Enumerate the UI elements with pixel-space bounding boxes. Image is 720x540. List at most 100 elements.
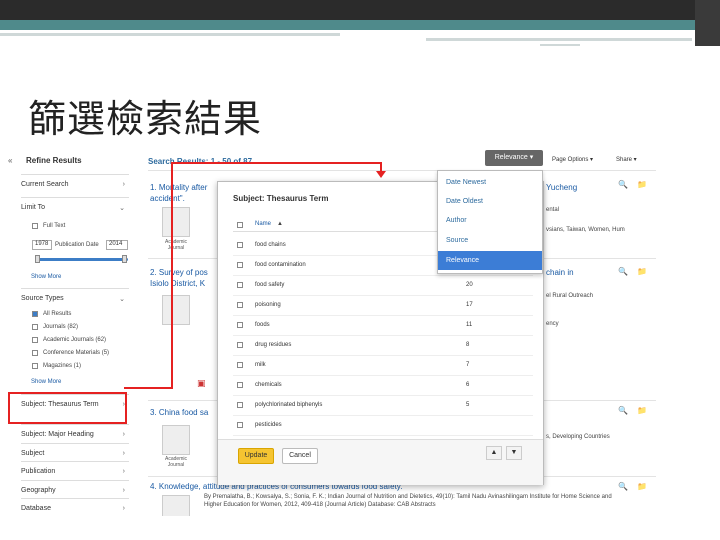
modal-row[interactable]: foods 11 (233, 316, 533, 336)
result-2-title-right[interactable]: chain in (546, 268, 574, 277)
slide-teal-band (0, 20, 720, 30)
name-column-header[interactable]: Name (255, 221, 271, 227)
slide-accent-line (0, 33, 340, 36)
chevron-down-icon: ⌄ (119, 205, 125, 212)
cancel-button[interactable]: Cancel (282, 448, 318, 464)
modal-row[interactable]: poisoning 17 (233, 296, 533, 316)
add-folder-icon[interactable]: 📁 (637, 180, 647, 189)
limit-to-label: Limit To (21, 204, 45, 211)
full-text-checkbox[interactable] (32, 223, 38, 229)
pdf-icon[interactable]: ▣ (197, 378, 206, 389)
magazines-checkbox[interactable] (32, 363, 38, 369)
sort-dropdown-menu: Date Newest Date Oldest Author Source Re… (437, 170, 543, 274)
row-checkbox[interactable] (237, 382, 243, 388)
modal-title: Subject: Thesaurus Term (233, 194, 329, 203)
result-4-meta: Higher Education for Women, 2012, 409-41… (204, 502, 436, 508)
database-header[interactable]: Database › (21, 498, 129, 516)
journals-checkbox[interactable] (32, 324, 38, 330)
date-to-input[interactable]: 2014 (106, 240, 128, 250)
limit-to-header[interactable]: Limit To ⌄ (21, 197, 129, 216)
row-checkbox[interactable] (237, 422, 243, 428)
sort-option-relevance[interactable]: Relevance (438, 251, 542, 270)
row-name: food safety (255, 282, 285, 288)
result-3-type: Academic Journal (165, 456, 187, 468)
show-more-link[interactable]: Show More (31, 274, 61, 280)
relevance-sort-button[interactable]: Relevance ▾ (485, 150, 543, 166)
result-2-title[interactable]: 2. Survey of pos (150, 268, 208, 277)
row-checkbox[interactable] (237, 282, 243, 288)
row-count: 5 (466, 402, 470, 408)
row-name: milk (255, 362, 266, 368)
current-search-header[interactable]: Current Search › (21, 174, 129, 193)
row-count: 20 (466, 282, 473, 288)
row-checkbox[interactable] (237, 402, 243, 408)
subject-major-header[interactable]: Subject: Major Heading › (21, 424, 129, 443)
modal-row[interactable]: chemicals 6 (233, 376, 533, 396)
collapse-sidebar-button[interactable]: « (8, 156, 12, 165)
select-all-checkbox[interactable] (237, 222, 243, 228)
modal-row[interactable]: food safety 20 (233, 276, 533, 296)
modal-row[interactable]: polychlorinated biphenyls 5 (233, 396, 533, 416)
sort-option-source[interactable]: Source (438, 231, 542, 250)
source-types-label: Source Types (21, 295, 64, 302)
date-from-input[interactable]: 1978 (32, 240, 52, 250)
row-name: foods (255, 322, 270, 328)
sort-arrow-icon: ▲ (277, 221, 283, 227)
row-count: 6 (466, 382, 470, 388)
share-button[interactable]: Share ▾ (616, 156, 637, 163)
row-name: food contamination (255, 262, 306, 268)
show-more-link[interactable]: Show More (31, 379, 61, 385)
date-slider-end-handle[interactable] (122, 255, 127, 263)
add-folder-icon[interactable]: 📁 (637, 482, 647, 491)
preview-icon[interactable]: 🔍 (618, 180, 628, 189)
row-name: poisoning (255, 302, 281, 308)
row-checkbox[interactable] (237, 302, 243, 308)
page-options-button[interactable]: Page Options ▾ (552, 156, 593, 163)
add-folder-icon[interactable]: 📁 (637, 267, 647, 276)
refine-results-title: Refine Results (26, 156, 82, 165)
row-checkbox[interactable] (237, 342, 243, 348)
scroll-up-button[interactable]: ▲ (486, 446, 502, 460)
chevron-right-icon: › (122, 487, 125, 494)
conference-checkbox[interactable] (32, 350, 38, 356)
row-checkbox[interactable] (237, 322, 243, 328)
result-1-title-right[interactable]: Yucheng (546, 183, 577, 192)
preview-icon[interactable]: 🔍 (618, 267, 628, 276)
publication-header[interactable]: Publication › (21, 461, 129, 480)
academic-journals-checkbox[interactable] (32, 337, 38, 343)
date-slider-start-handle[interactable] (35, 255, 40, 263)
update-button[interactable]: Update (238, 448, 274, 464)
all-results-label: All Results (43, 311, 72, 317)
scroll-down-button[interactable]: ▼ (506, 446, 522, 460)
date-slider-track (36, 258, 128, 261)
sort-option-date-newest[interactable]: Date Newest (438, 173, 542, 192)
full-text-label: Full Text (43, 223, 66, 229)
add-folder-icon[interactable]: 📁 (637, 406, 647, 415)
all-results-checkbox[interactable] (32, 311, 38, 317)
row-checkbox[interactable] (237, 242, 243, 248)
subject-major-label: Subject: Major Heading (21, 431, 94, 438)
chevron-right-icon: › (122, 468, 125, 475)
result-1-meta: ental (546, 207, 560, 213)
result-1-title[interactable]: 1. Mortality after (150, 183, 207, 192)
result-3-meta: s, Developing Countries (546, 434, 610, 440)
result-2-title-cont[interactable]: Isiolo District, K (150, 279, 205, 288)
row-checkbox[interactable] (237, 262, 243, 268)
result-2-thumbnail (162, 295, 190, 325)
result-3-title[interactable]: 3. China food sa (150, 408, 208, 417)
result-1-title-cont[interactable]: accident". (150, 194, 185, 203)
row-count: 17 (466, 302, 473, 308)
sort-option-date-oldest[interactable]: Date Oldest (438, 192, 542, 211)
sort-option-author[interactable]: Author (438, 211, 542, 230)
modal-row[interactable]: pesticides (233, 416, 533, 436)
preview-icon[interactable]: 🔍 (618, 406, 628, 415)
modal-row[interactable]: milk 7 (233, 356, 533, 376)
result-4-meta: By Premalatha, B.; Kowsalya, S.; Sonia, … (204, 494, 612, 500)
source-types-header[interactable]: Source Types ⌄ (21, 288, 129, 307)
modal-row[interactable]: drug residues 8 (233, 336, 533, 356)
row-checkbox[interactable] (237, 362, 243, 368)
geography-header[interactable]: Geography › (21, 480, 129, 499)
preview-icon[interactable]: 🔍 (618, 482, 628, 491)
row-name: polychlorinated biphenyls (255, 402, 323, 408)
subject-header[interactable]: Subject › (21, 443, 129, 462)
